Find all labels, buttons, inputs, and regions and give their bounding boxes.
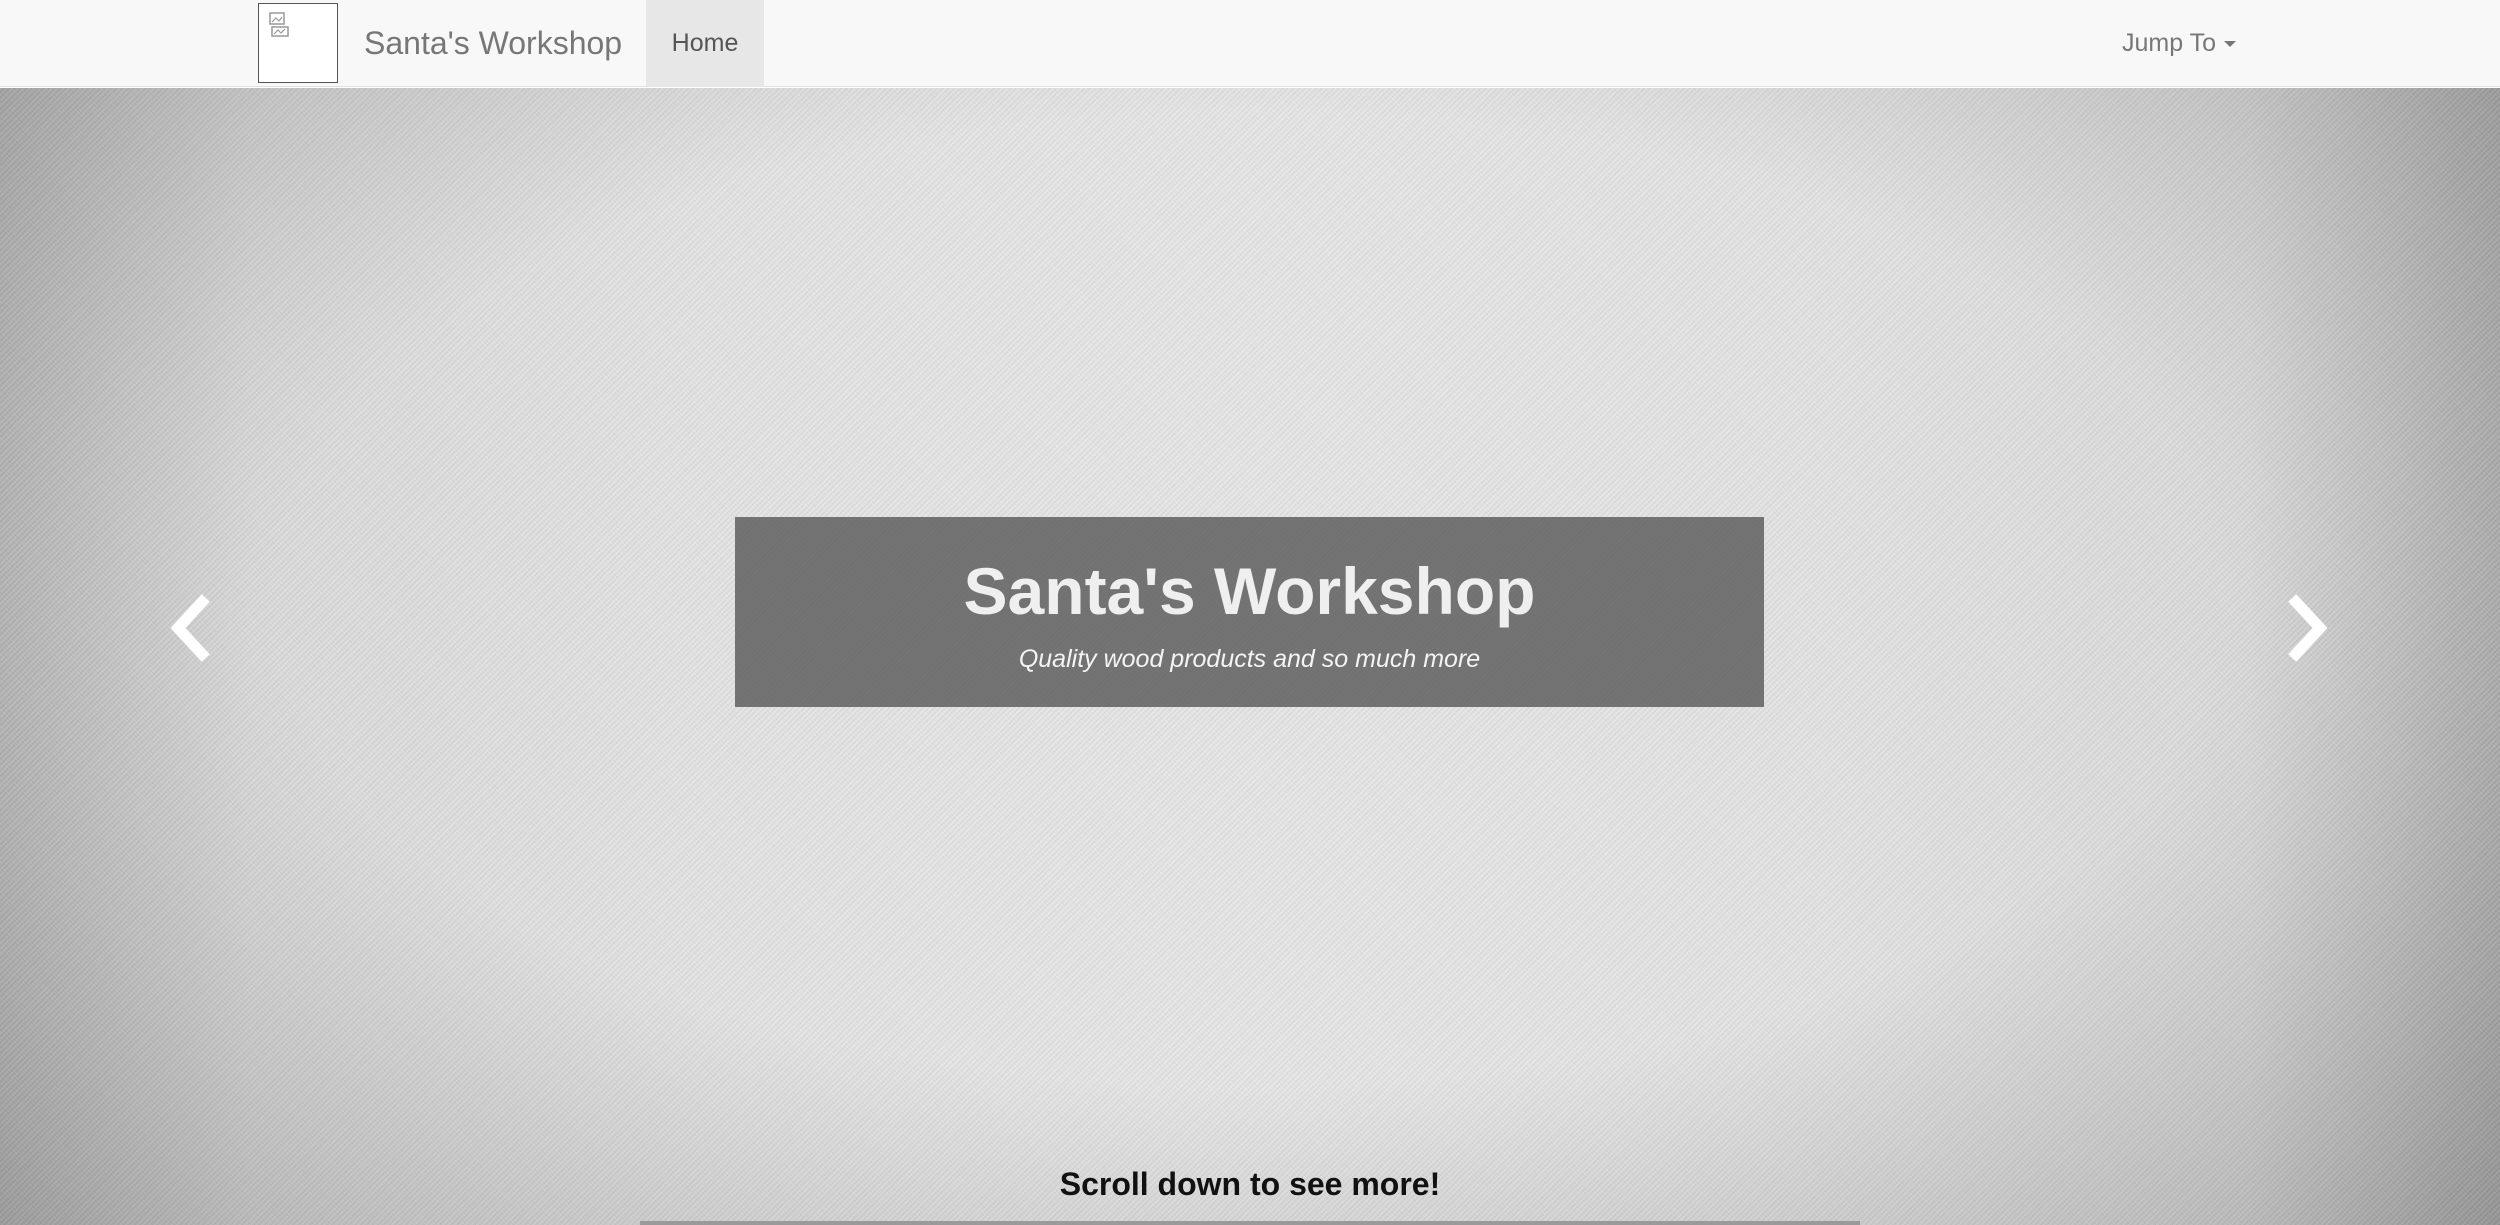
brand-title-link[interactable]: Santa's Workshop bbox=[364, 0, 622, 87]
nav-item-home[interactable]: Home bbox=[646, 0, 764, 87]
carousel-prev-button[interactable] bbox=[160, 588, 220, 668]
broken-image-icon bbox=[269, 12, 289, 37]
scroll-hint: Scroll down to see more! bbox=[1059, 1166, 1441, 1202]
section-divider bbox=[640, 1221, 1860, 1225]
top-navbar: Santa's Workshop Home Jump To bbox=[0, 0, 2500, 87]
hero-carousel: Santa's Workshop Quality wood products a… bbox=[0, 88, 2500, 1225]
hero-subtitle: Quality wood products and so much more bbox=[1018, 645, 1481, 673]
caret-down-icon bbox=[2224, 41, 2237, 48]
chevron-left-icon bbox=[170, 594, 210, 662]
hero-caption: Santa's Workshop Quality wood products a… bbox=[735, 517, 1764, 707]
jump-to-dropdown[interactable]: Jump To bbox=[2122, 0, 2237, 87]
carousel-next-button[interactable] bbox=[2278, 588, 2338, 668]
brand-logo[interactable] bbox=[258, 3, 338, 83]
hero-title: Santa's Workshop bbox=[963, 554, 1536, 628]
jump-to-label: Jump To bbox=[2122, 29, 2217, 57]
chevron-right-icon bbox=[2288, 594, 2328, 662]
